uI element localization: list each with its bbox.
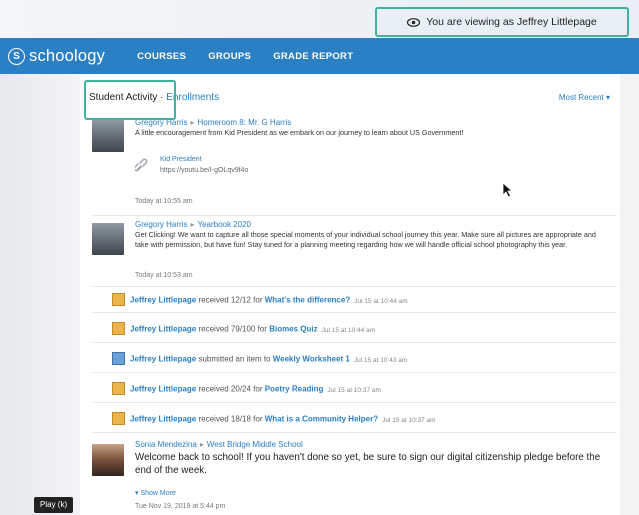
show-more-label: Show More <box>140 490 176 497</box>
activity-time: Jul 15 at 10:44 am <box>321 326 376 334</box>
nav-courses[interactable]: COURSES <box>137 51 186 62</box>
activity-row: Jeffrey Littlepage received 20/24 for Po… <box>112 382 381 396</box>
submission-icon <box>112 352 125 365</box>
activity-item[interactable]: What is a Community Helper? <box>265 415 378 424</box>
divider <box>92 312 617 313</box>
activity-item[interactable]: Weekly Worksheet 1 <box>273 355 350 364</box>
activity-user[interactable]: Jeffrey Littlepage <box>130 355 196 364</box>
post-author[interactable]: Sonia Mendezina <box>135 440 197 449</box>
activity-verb: received 12/12 for <box>196 295 265 305</box>
top-navbar: S schoology COURSES GROUPS GRADE REPORT <box>0 38 639 74</box>
activity-item[interactable]: Biomes Quiz <box>269 325 317 334</box>
link-url: https://youtu.be/I-gOLqv9f4o <box>160 167 249 174</box>
activity-time: Jul 15 at 10:37 am <box>382 416 436 424</box>
avatar[interactable] <box>92 444 124 476</box>
link-title[interactable]: Kid President <box>160 156 202 163</box>
activity-item[interactable]: What's the difference? <box>265 296 350 305</box>
show-more-link[interactable]: ▾ Show More <box>135 489 176 497</box>
activity-row: Jeffrey Littlepage received 18/18 for Wh… <box>112 412 436 426</box>
post-time: Today at 10:53 am <box>135 272 193 279</box>
post-body: A little encouragement from Kid Presiden… <box>135 128 464 137</box>
post-target[interactable]: West Bridge Middle School <box>207 440 303 449</box>
activity-verb: submitted an item to <box>196 354 273 364</box>
divider <box>92 402 617 403</box>
activity-user[interactable]: Jeffrey Littlepage <box>130 325 196 334</box>
activity-feed: Student Activity · Enrollments Most Rece… <box>80 74 620 515</box>
divider <box>92 372 617 373</box>
activity-time: Jul 15 at 10:44 am <box>354 297 408 305</box>
right-shade <box>620 74 639 515</box>
divider <box>92 215 617 216</box>
activity-user[interactable]: Jeffrey Littlepage <box>130 385 196 394</box>
sort-dropdown[interactable]: Most Recent ▾ <box>559 93 610 102</box>
activity-verb: received 18/18 for <box>196 414 265 424</box>
divider <box>92 342 617 343</box>
assignment-icon <box>112 293 125 306</box>
avatar[interactable] <box>92 120 124 152</box>
logo-text: schoology <box>29 46 106 65</box>
viewing-as-banner: You are viewing as Jeffrey Littlepage <box>375 7 629 37</box>
assignment-icon <box>112 412 125 425</box>
activity-user[interactable]: Jeffrey Littlepage <box>130 415 196 424</box>
post-target[interactable]: Homeroom 8: Mr. G Harris <box>197 118 291 127</box>
nav-groups[interactable]: GROUPS <box>208 51 251 62</box>
eye-icon <box>407 17 421 27</box>
post-body: Get Clicking! We want to capture all tho… <box>135 230 596 249</box>
post-body: Welcome back to school! If you haven't d… <box>135 452 601 476</box>
post-time: Today at 10:55 am <box>135 198 193 205</box>
left-shade <box>0 74 80 515</box>
tab-highlight-box <box>84 80 176 120</box>
divider <box>92 286 617 287</box>
post-header: Sonia Mendezina ▸ West Bridge Middle Schoo… <box>135 440 303 449</box>
divider <box>92 432 617 433</box>
arrow-right-icon: ▸ <box>190 118 195 127</box>
arrow-right-icon: ▸ <box>199 440 204 449</box>
assignment-icon <box>112 322 125 335</box>
activity-time: Jul 15 at 10:37 am <box>327 386 381 394</box>
logo-mark: S <box>8 47 25 65</box>
activity-verb: received 79/100 for <box>196 324 270 334</box>
arrow-right-icon: ▸ <box>190 220 195 229</box>
activity-time: Jul 15 at 10:43 am <box>353 356 408 364</box>
video-play-tooltip: Play (k) <box>34 497 74 513</box>
post-target[interactable]: Yearbook 2020 <box>197 220 251 229</box>
activity-row: Jeffrey Littlepage received 12/12 for Wh… <box>112 293 408 307</box>
activity-row: Jeffrey Littlepage received 79/100 for B… <box>112 322 376 336</box>
mouse-cursor-icon <box>502 182 514 203</box>
post-author[interactable]: Gregory Harris <box>135 220 187 229</box>
schoology-logo[interactable]: S schoology <box>8 47 105 66</box>
activity-row: Jeffrey Littlepage submitted an item to … <box>112 352 408 366</box>
activity-verb: received 20/24 for <box>196 384 265 394</box>
activity-user[interactable]: Jeffrey Littlepage <box>130 296 196 305</box>
activity-item[interactable]: Poetry Reading <box>265 385 324 394</box>
link-icon <box>133 158 149 172</box>
post-time: Tue Nov 19, 2019 at 5:44 pm <box>135 503 226 510</box>
nav-grade-report[interactable]: GRADE REPORT <box>273 51 353 62</box>
assignment-icon <box>112 382 125 395</box>
viewing-as-text: You are viewing as Jeffrey Littlepage <box>426 16 597 28</box>
avatar[interactable] <box>92 223 124 255</box>
post-header: Gregory Harris ▸ Yearbook 2020 <box>135 220 251 229</box>
